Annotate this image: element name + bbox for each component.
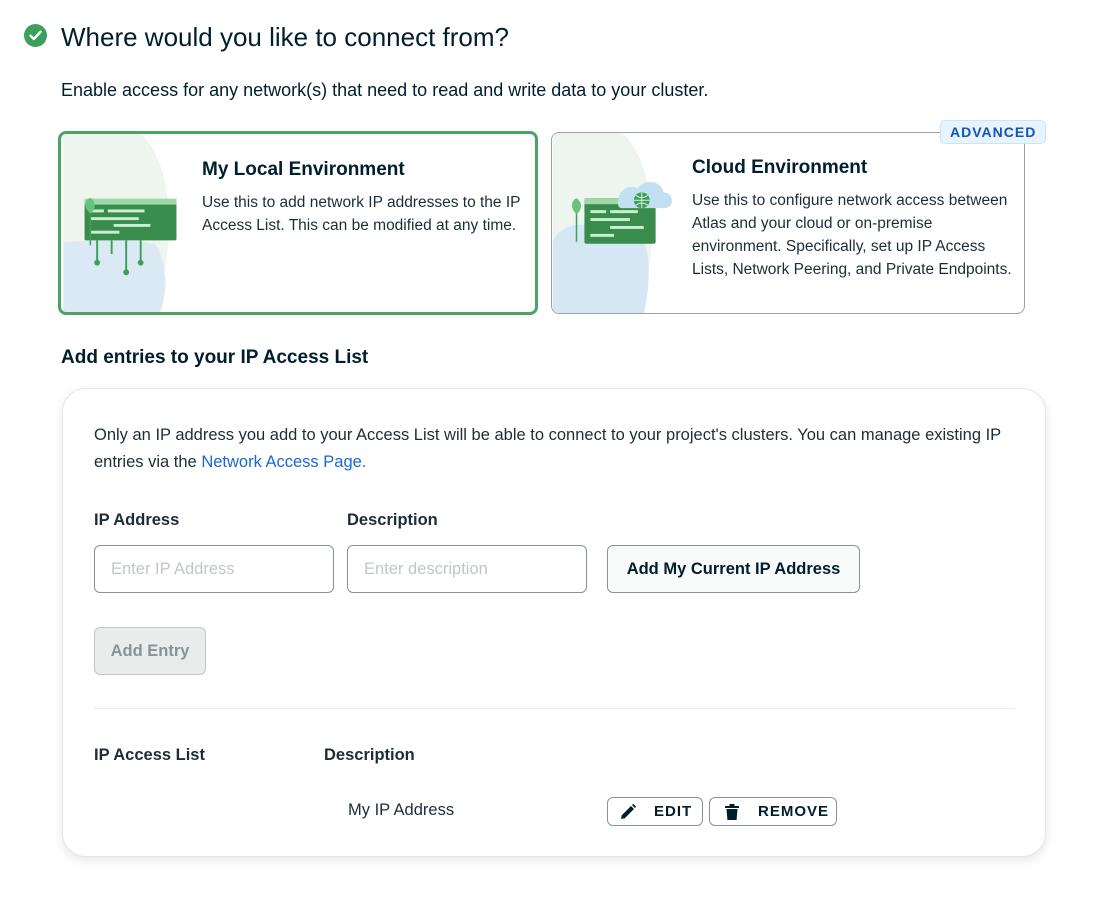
advanced-badge: ADVANCED	[940, 120, 1047, 144]
panel-info-text: Only an IP address you add to your Acces…	[94, 422, 1034, 476]
cloud-environment-title: Cloud Environment	[692, 157, 868, 178]
page-header	[24, 24, 47, 47]
ip-address-label: IP Address	[94, 511, 180, 529]
edit-button[interactable]: EDIT	[607, 797, 703, 826]
cloud-environment-card[interactable]: Cloud Environment Use this to configure …	[551, 132, 1025, 314]
trash-icon	[722, 802, 742, 822]
pencil-icon	[618, 802, 638, 822]
ip-address-input[interactable]	[94, 545, 334, 593]
remove-label: REMOVE	[758, 803, 830, 820]
page-title: Where would you like to connect from?	[61, 22, 509, 52]
add-entry-button[interactable]: Add Entry	[94, 627, 206, 675]
network-access-page-link[interactable]: Network Access Page.	[201, 453, 366, 471]
ip-access-list-header: IP Access List	[94, 746, 205, 764]
local-environment-card[interactable]: My Local Environment Use this to add net…	[58, 131, 538, 315]
remove-button[interactable]: REMOVE	[709, 797, 837, 826]
description-label: Description	[347, 511, 438, 529]
cloud-environment-illustration	[552, 133, 673, 313]
edit-label: EDIT	[654, 803, 693, 820]
check-circle-icon	[24, 24, 47, 47]
add-current-ip-button[interactable]: Add My Current IP Address	[607, 545, 860, 593]
local-environment-description: Use this to add network IP addresses to …	[202, 194, 521, 234]
row-description: My IP Address	[348, 801, 455, 819]
description-input[interactable]	[347, 545, 587, 593]
page-subtitle: Enable access for any network(s) that ne…	[61, 80, 709, 100]
ip-access-list-panel: Only an IP address you add to your Acces…	[62, 388, 1046, 857]
cloud-environment-description: Use this to configure network access bet…	[692, 192, 1012, 278]
description-column-header: Description	[324, 746, 415, 764]
divider	[94, 708, 1015, 709]
local-environment-illustration	[63, 134, 177, 312]
local-environment-title: My Local Environment	[202, 159, 405, 180]
section-title: Add entries to your IP Access List	[61, 347, 369, 368]
